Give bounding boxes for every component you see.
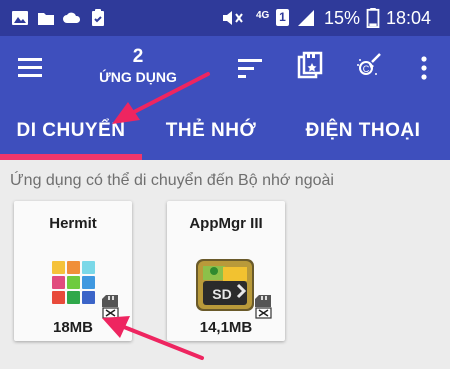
app-size: 14,1MB bbox=[199, 319, 253, 336]
clipboard-check-icon bbox=[92, 9, 104, 26]
tab-sd-card[interactable]: THẺ NHỚ bbox=[146, 102, 276, 160]
more-vert-icon[interactable] bbox=[418, 55, 430, 81]
tab-indicator bbox=[0, 154, 142, 160]
app-card-hermit[interactable]: Hermit 18MB bbox=[14, 201, 132, 341]
clock: 18:04 bbox=[386, 8, 432, 28]
svg-text:SD: SD bbox=[212, 286, 231, 302]
cloud-icon bbox=[63, 12, 81, 23]
app-name: Hermit bbox=[49, 215, 97, 232]
mute-vibrate-icon bbox=[223, 11, 243, 25]
sd-card-badge-icon bbox=[255, 295, 272, 319]
storage-icon[interactable] bbox=[296, 51, 324, 79]
svg-text:C: C bbox=[363, 64, 370, 74]
clean-icon[interactable]: C bbox=[354, 52, 384, 80]
app-card-appmgr[interactable]: AppMgr III SD 14,1MB bbox=[167, 201, 285, 341]
signal-icon bbox=[298, 10, 314, 26]
tab-bar: DI CHUYỂN THẺ NHỚ ĐIỆN THOẠI bbox=[0, 102, 450, 160]
appmgr-app-icon: SD bbox=[196, 259, 254, 311]
sd-card-badge-icon bbox=[102, 295, 119, 319]
sim-badge: 1 bbox=[276, 9, 289, 26]
gallery-icon bbox=[12, 11, 28, 25]
app-count-label: ỨNG DỤNG bbox=[99, 69, 177, 85]
folder-icon bbox=[38, 13, 54, 25]
section-subtitle: Ứng dụng có thể di chuyển đến Bộ nhớ ngo… bbox=[10, 172, 334, 189]
hermit-app-icon bbox=[52, 261, 95, 304]
menu-icon[interactable] bbox=[16, 55, 44, 79]
app-name: AppMgr III bbox=[189, 215, 263, 232]
tab-move[interactable]: DI CHUYỂN bbox=[0, 102, 142, 160]
sort-icon[interactable] bbox=[236, 56, 264, 80]
app-count: 2 bbox=[132, 46, 144, 67]
status-bar: 4G 1 15% 18:04 bbox=[0, 0, 450, 36]
battery-percent: 15% bbox=[324, 8, 361, 28]
app-size: 18MB bbox=[52, 319, 93, 336]
battery-icon bbox=[366, 8, 380, 28]
network-type: 4G bbox=[256, 10, 270, 21]
app-bar: 2 ỨNG DỤNG C bbox=[0, 36, 450, 102]
tab-phone[interactable]: ĐIỆN THOẠI bbox=[276, 102, 450, 160]
